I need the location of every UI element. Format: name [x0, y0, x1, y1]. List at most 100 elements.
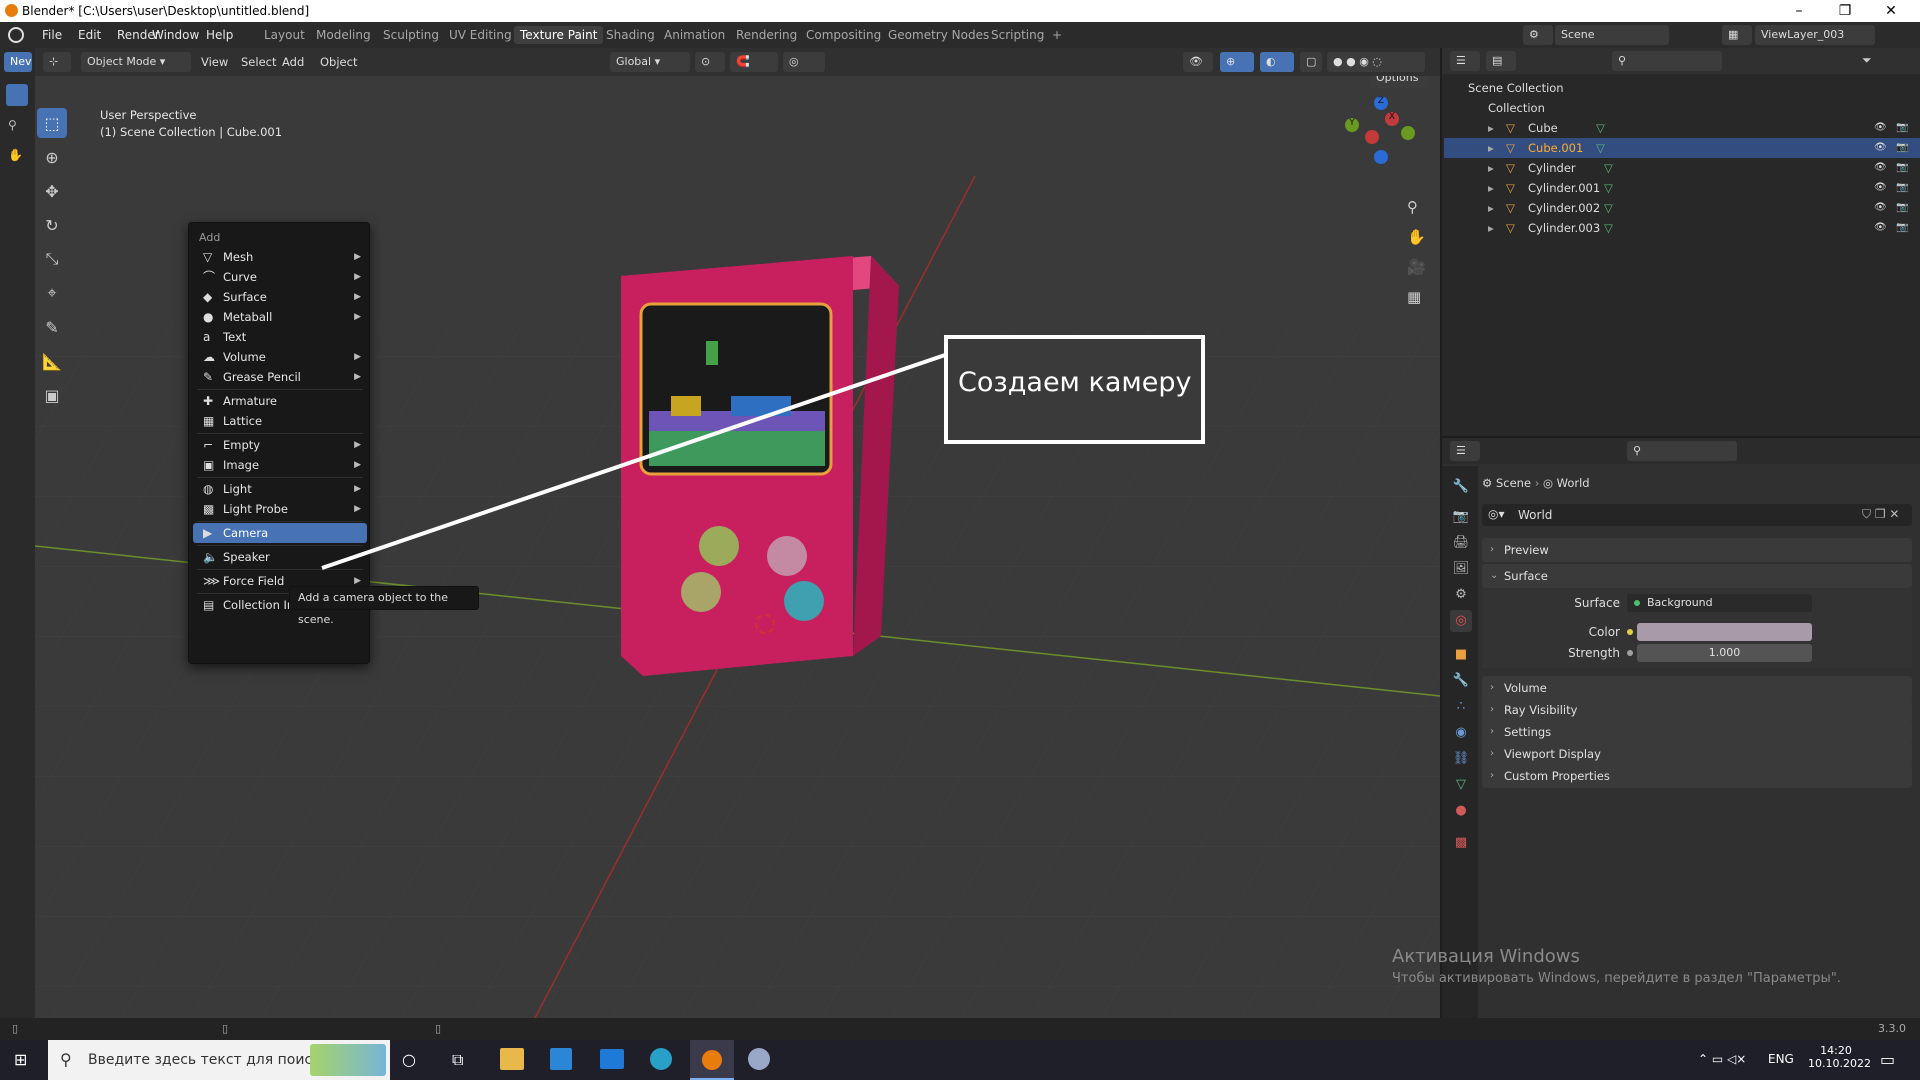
add-menu-item-light-probe[interactable]: ▩ Light Probe ▶ — [193, 499, 367, 519]
outliner-item[interactable]: ▸ ▽ Cylinder.001 ▽ 👁 📷 — [1444, 178, 1920, 198]
pan-view-icon[interactable]: ✋ — [1407, 228, 1426, 246]
render-camera-icon[interactable]: 📷 — [1896, 138, 1908, 158]
edge-icon[interactable] — [650, 1048, 672, 1070]
object-tab-icon[interactable]: ■ — [1450, 644, 1472, 666]
gizmo-y[interactable]: Y — [1345, 118, 1359, 132]
zoom-view-icon[interactable]: ⚲ — [1407, 198, 1418, 216]
breadcrumb-world[interactable]: World — [1557, 476, 1590, 490]
menu-window[interactable]: Window — [152, 28, 199, 42]
add-menu-item-text[interactable]: a Text — [193, 327, 367, 347]
proportional-edit-icon[interactable]: ◎ — [783, 52, 825, 72]
add-menu-item-armature[interactable]: ✚ Armature — [193, 391, 367, 411]
tray-icons[interactable]: ⌃ ▭ ◁× — [1698, 1052, 1746, 1066]
properties-editor-icon[interactable]: ☰ — [1450, 441, 1480, 461]
render-camera-icon[interactable]: 📷 — [1896, 178, 1908, 198]
outliner-item[interactable]: ▸ ▽ Cube ▽ 👁 📷 — [1444, 118, 1920, 138]
eye-icon[interactable]: 👁 — [1874, 198, 1887, 218]
strength-field[interactable]: 1.000 — [1637, 644, 1812, 662]
add-cube-tool-icon[interactable]: ▣ — [37, 380, 67, 410]
tab-shading[interactable]: Shading — [606, 28, 655, 42]
surface-shader-field[interactable]: Background — [1627, 594, 1812, 612]
menu-file[interactable]: File — [42, 28, 62, 42]
outliner-item[interactable]: ▸ ▽ Cylinder ▽ 👁 📷 — [1444, 158, 1920, 178]
tab-modeling[interactable]: Modeling — [316, 28, 371, 42]
scene-icon[interactable]: ⚙ — [1523, 25, 1553, 45]
pivot-icon[interactable]: ⊙ — [695, 52, 725, 72]
select-box-tool-icon[interactable]: ⬚ — [37, 108, 67, 138]
material-tab-icon[interactable]: ● — [1450, 800, 1472, 822]
paint-app-icon[interactable] — [748, 1048, 770, 1070]
render-camera-icon[interactable]: 📷 — [1896, 218, 1908, 238]
expand-arrow-icon[interactable]: ▸ — [1488, 198, 1494, 218]
clock[interactable]: 14:20 10.10.2022 — [1808, 1044, 1871, 1070]
cursor-tool-icon[interactable]: ⊕ — [37, 142, 67, 172]
gizmo-neg-z[interactable] — [1374, 150, 1388, 164]
constraints-tab-icon[interactable]: ⛓ — [1450, 748, 1472, 770]
output-tab-icon[interactable]: 🖨 — [1450, 532, 1472, 554]
annotate-tool-icon[interactable]: ✎ — [37, 312, 67, 342]
measure-tool-icon[interactable]: 📐 — [37, 346, 67, 376]
close-icon[interactable]: ✕ — [1868, 1, 1914, 21]
tab-compositing[interactable]: Compositing — [806, 28, 881, 42]
scene-tab-icon[interactable]: ⚙ — [1450, 584, 1472, 606]
orientation-selector[interactable]: Global ▾ — [610, 52, 690, 72]
outliner-item[interactable]: ▸ ▽ Cylinder.003 ▽ 👁 📷 — [1444, 218, 1920, 238]
add-menu-item-image[interactable]: ▣ Image ▶ — [193, 455, 367, 475]
tool-tab-icon[interactable]: 🔧 — [1450, 476, 1472, 498]
outliner-item[interactable]: ▸ ▽ Cylinder.002 ▽ 👁 📷 — [1444, 198, 1920, 218]
expand-arrow-icon[interactable]: ▸ — [1488, 178, 1494, 198]
world-tab-icon[interactable]: ◎ — [1450, 610, 1472, 632]
eye-icon[interactable]: 👁 — [1874, 118, 1887, 138]
restore-icon[interactable]: ❐ — [1822, 1, 1868, 21]
rotate-tool-icon[interactable]: ↻ — [37, 210, 67, 240]
section-custom-properties[interactable]: › Custom Properties — [1482, 764, 1912, 788]
properties-search-input[interactable]: ⚲ — [1627, 441, 1737, 461]
expand-arrow-icon[interactable]: ▸ — [1488, 138, 1494, 158]
task-view-icon[interactable]: ⧉ — [452, 1050, 463, 1070]
eye-icon[interactable]: 👁 — [1874, 138, 1887, 158]
move-tool-icon[interactable]: ✥ — [37, 176, 67, 206]
menu-help[interactable]: Help — [206, 28, 233, 42]
render-camera-icon[interactable]: 📷 — [1896, 158, 1908, 178]
physics-tab-icon[interactable]: ◉ — [1450, 722, 1472, 744]
render-camera-icon[interactable]: 📷 — [1896, 118, 1908, 138]
section-settings[interactable]: › Settings — [1482, 720, 1912, 744]
collection-row[interactable]: Collection — [1444, 98, 1920, 118]
filter-icon[interactable]: ⏷ — [1862, 53, 1872, 68]
viewport-menu-view[interactable]: View — [201, 55, 228, 69]
eye-icon[interactable]: 👁 — [1874, 158, 1887, 178]
file-explorer-icon[interactable] — [500, 1048, 524, 1070]
add-menu-item-metaball[interactable]: ● Metaball ▶ — [193, 307, 367, 327]
new-button[interactable]: Nev — [4, 52, 32, 72]
outliner-item[interactable]: ▸ ▽ Cube.001 ▽ 👁 📷 — [1444, 138, 1920, 158]
xray-icon[interactable]: ▢ — [1300, 52, 1322, 72]
viewport-menu-add[interactable]: Add — [282, 55, 304, 69]
add-menu-item-volume[interactable]: ☁ Volume ▶ — [193, 347, 367, 367]
add-menu-item-grease-pencil[interactable]: ✎ Grease Pencil ▶ — [193, 367, 367, 387]
add-menu-item-speaker[interactable]: 🔈 Speaker — [193, 547, 367, 567]
shading-modes[interactable]: ● ● ◉ ◌ — [1327, 52, 1425, 72]
gizmo-neg-y[interactable] — [1401, 126, 1415, 140]
tab-layout[interactable]: Layout — [264, 28, 305, 42]
viewport-menu-object[interactable]: Object — [320, 55, 357, 69]
section-volume[interactable]: › Volume — [1482, 676, 1912, 700]
ortho-toggle-icon[interactable]: ▦ — [1407, 288, 1421, 306]
section-viewport-display[interactable]: › Viewport Display — [1482, 742, 1912, 766]
add-menu-item-curve[interactable]: ⌒ Curve ▶ — [193, 267, 367, 287]
outliner-search-input[interactable]: ⚲ — [1612, 51, 1722, 71]
mode-selector[interactable]: Object Mode ▾ — [81, 52, 191, 72]
options-button[interactable]: Options — [1370, 76, 1428, 88]
blender-menu-icon[interactable] — [8, 27, 24, 43]
add-menu-item-mesh[interactable]: ▽ Mesh ▶ — [193, 247, 367, 267]
expand-arrow-icon[interactable]: ▸ — [1488, 118, 1494, 138]
viewport-menu-select[interactable]: Select — [241, 55, 276, 69]
zoom-icon[interactable]: ⚲ — [8, 118, 17, 132]
navigation-gizmo[interactable]: Z Y X — [1345, 96, 1415, 166]
world-actions-icon[interactable]: ⛉ ❐ ✕ — [1862, 507, 1899, 522]
tab-geometry-nodes[interactable]: Geometry Nodes — [888, 28, 989, 42]
store-icon[interactable] — [550, 1048, 572, 1070]
language-indicator[interactable]: ENG — [1768, 1052, 1794, 1066]
taskbar-search-input[interactable]: ⚲ Введите здесь текст для поиска — [48, 1040, 390, 1080]
minimize-icon[interactable]: – — [1776, 1, 1822, 21]
cortana-icon[interactable]: ○ — [402, 1050, 416, 1069]
